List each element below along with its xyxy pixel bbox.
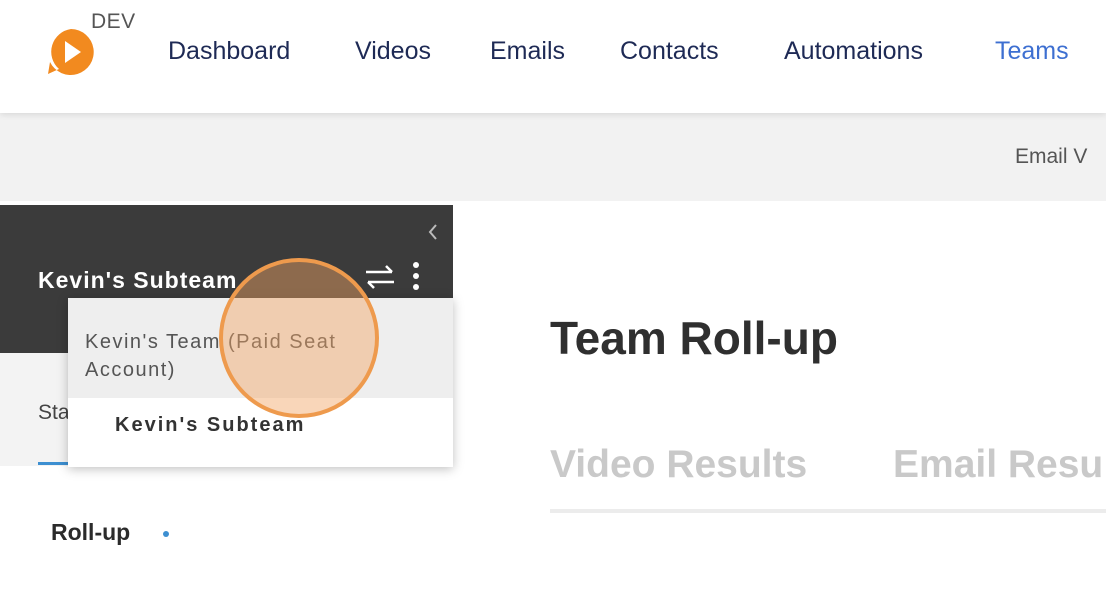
nav-videos[interactable]: Videos — [355, 37, 431, 66]
tab-stats[interactable]: Stats — [38, 401, 68, 425]
env-label: DEV — [91, 10, 136, 33]
switch-team-icon[interactable] — [362, 262, 398, 292]
nav-dashboard[interactable]: Dashboard — [168, 37, 290, 66]
more-options-icon[interactable] — [409, 260, 423, 294]
top-nav: DEV Dashboard Videos Emails Contacts Aut… — [0, 0, 1106, 113]
secondary-bar: Email V — [0, 113, 1106, 201]
chevron-left-icon[interactable] — [425, 222, 441, 242]
logo-play-icon[interactable] — [46, 27, 96, 77]
nav-automations[interactable]: Automations — [784, 37, 923, 66]
tab-email-results[interactable]: Email Resu — [893, 443, 1103, 487]
nav-contacts[interactable]: Contacts — [620, 37, 719, 66]
page-title: Team Roll-up — [550, 312, 838, 364]
tab-video-results[interactable]: Video Results — [550, 443, 807, 487]
email-link[interactable]: Email V — [1015, 145, 1087, 169]
nav-teams[interactable]: Teams — [995, 37, 1069, 66]
option-label: Kevin's Subteam — [115, 414, 306, 436]
nav-emails[interactable]: Emails — [490, 37, 565, 66]
click-highlight — [219, 258, 379, 418]
active-dot — [163, 531, 169, 537]
sidebar-item-rollup[interactable]: Roll-up — [51, 519, 130, 546]
team-name: Kevin's Subteam — [38, 267, 238, 293]
tabs-divider — [550, 509, 1106, 513]
